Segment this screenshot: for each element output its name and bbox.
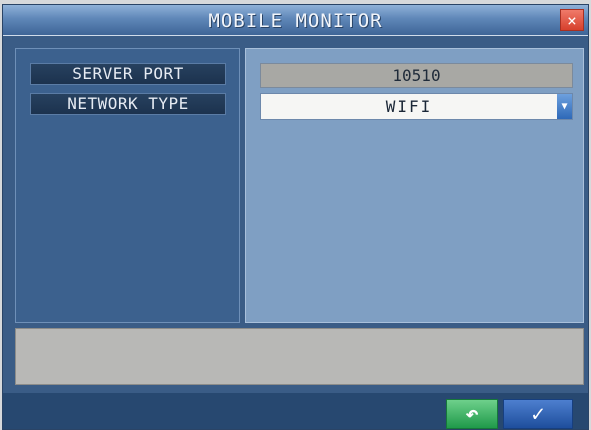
back-button[interactable]: ↶ [446, 399, 498, 429]
checkmark-icon: ✓ [531, 402, 545, 427]
close-icon: × [567, 11, 577, 30]
button-bar: ↶ ✓ [3, 393, 588, 429]
status-message-area [15, 328, 584, 385]
mobile-monitor-dialog: MOBILE MONITOR × SERVER PORT NETWORK TYP… [2, 4, 589, 430]
confirm-button[interactable]: ✓ [503, 399, 573, 429]
close-button[interactable]: × [560, 9, 584, 31]
network-type-label: NETWORK TYPE [30, 93, 226, 115]
dialog-title: MOBILE MONITOR [208, 10, 383, 32]
chevron-down-icon[interactable]: ▼ [557, 94, 572, 119]
title-bar: MOBILE MONITOR × [3, 5, 588, 36]
network-type-value: WIFI [385, 97, 433, 116]
server-port-field[interactable]: 10510 [260, 63, 573, 88]
labels-panel: SERVER PORT NETWORK TYPE [15, 48, 240, 323]
network-type-select[interactable]: WIFI ▼ [260, 93, 573, 120]
values-panel: 10510 WIFI ▼ [245, 48, 584, 323]
server-port-label: SERVER PORT [30, 63, 226, 85]
back-icon: ↶ [465, 402, 479, 427]
